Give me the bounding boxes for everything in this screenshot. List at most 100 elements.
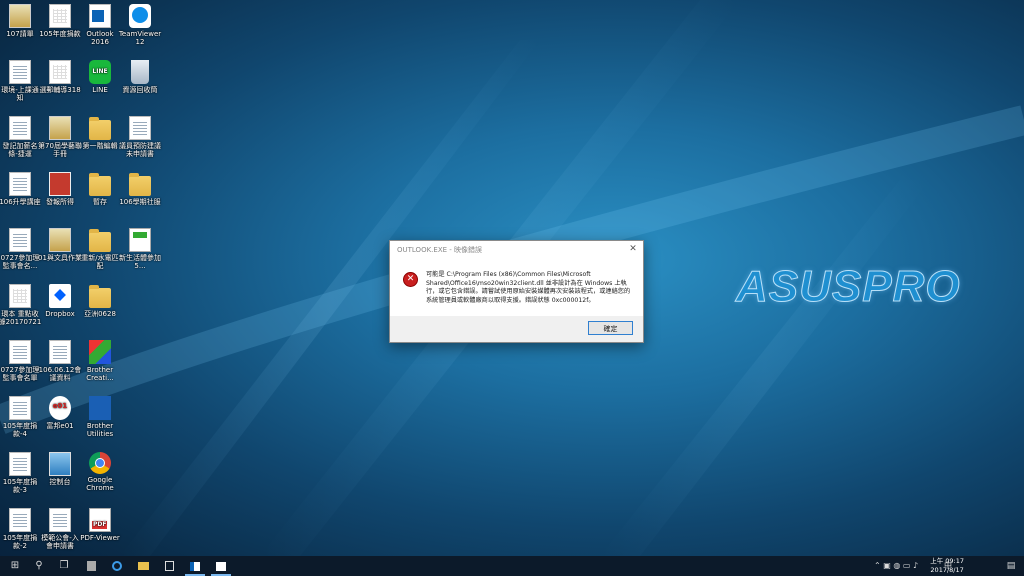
- desktop-icon[interactable]: 發記加薪名條-捷運: [0, 116, 42, 158]
- desktop-icon-label: 重新/水電匹配: [81, 254, 119, 270]
- outlook-icon: [89, 4, 111, 28]
- desktop-icon-label: 106學期社服: [119, 198, 161, 206]
- desktop-icon-label: PDF-Viewer: [80, 534, 120, 542]
- cap-icon: [129, 228, 151, 252]
- folder-icon: [129, 173, 151, 196]
- desktop-icon[interactable]: PDF-Viewer: [78, 508, 122, 542]
- desktop-icon-label: 105年度捐款-2: [2, 534, 38, 550]
- desktop-icon-label: 環本 重點收據20170721: [0, 310, 42, 326]
- doc-icon: [9, 116, 31, 140]
- doc-icon: [9, 60, 31, 84]
- desktop-icon[interactable]: 重新/水電匹配: [78, 228, 122, 270]
- desktop-icon-label: 105年度捐款-3: [2, 478, 38, 494]
- desktop-icon[interactable]: 105年度捐款: [38, 4, 82, 38]
- start-icon[interactable]: ⊞: [8, 559, 22, 573]
- desktop-icon[interactable]: 106學期社服: [118, 172, 162, 206]
- chrome-icon: [89, 452, 111, 474]
- excel-icon: [49, 60, 71, 84]
- desktop-icon[interactable]: Brother Utilities: [78, 396, 122, 438]
- desktop-icon[interactable]: 環本 重點收據20170721: [0, 284, 42, 326]
- line-icon: LINE: [89, 60, 111, 84]
- desktop-icon[interactable]: 資源回收筒: [118, 60, 162, 94]
- desktop-icon-label: Outlook 2016: [86, 30, 114, 46]
- teamviewer-icon: [129, 4, 151, 28]
- desktop-icon-label: 106升學講座: [0, 198, 41, 206]
- desktop-icon[interactable]: 亞洲0628: [78, 284, 122, 318]
- desktop-icon[interactable]: 105年度捐款-4: [0, 396, 42, 438]
- picture-icon: [49, 228, 71, 252]
- desktop-icon-label: 亞洲0628: [84, 310, 116, 318]
- desktop-icon-label: Brother Utilities: [86, 422, 114, 438]
- error-dialog: OUTLOOK.EXE - 映像錯誤 ✕ ✕ 可能是 C:\Program Fi…: [389, 240, 644, 343]
- desktop-icon-label: 第一階編輯: [82, 142, 118, 150]
- doc-icon: [9, 340, 31, 364]
- desktop-icon-label: 105年度捐款: [39, 30, 81, 38]
- doc-icon: [9, 172, 31, 196]
- desktop-icon-label: 暫存: [93, 198, 107, 206]
- doc-icon: [9, 452, 31, 476]
- desktop-icon[interactable]: 模範公會-入會申請書: [38, 508, 82, 550]
- notification-icon[interactable]: ▤: [1004, 559, 1018, 573]
- desktop-icon[interactable]: Outlook 2016: [78, 4, 122, 46]
- desktop-icon-label: 發報所得: [46, 198, 74, 206]
- desktop-icon-label: 環境-上課通知: [1, 86, 39, 102]
- dialog-titlebar[interactable]: OUTLOOK.EXE - 映像錯誤 ✕: [390, 241, 643, 258]
- desktop-icon[interactable]: 新生活體參加5...: [118, 228, 162, 270]
- desktop-icon[interactable]: LINE LINE: [78, 60, 122, 94]
- taskbar-app-explorer-icon[interactable]: [136, 559, 150, 573]
- desktop-icon[interactable]: 105年度捐款-2: [0, 508, 42, 550]
- e01-icon: [49, 396, 71, 420]
- desktop-icon-label: 新生活體參加5...: [119, 254, 161, 270]
- desktop-icon[interactable]: Dropbox: [38, 284, 82, 318]
- desktop-icon[interactable]: 106.06.12會議資料: [38, 340, 82, 382]
- taskbar-app-edge-icon[interactable]: [110, 559, 124, 573]
- folder-icon: [89, 285, 111, 308]
- desktop-icon[interactable]: 0727參加理監事會名...: [0, 228, 42, 270]
- desktop-icon[interactable]: 107請單: [0, 4, 42, 38]
- desktop-icon[interactable]: 105年度捐款-3: [0, 452, 42, 494]
- task-view-icon[interactable]: ❐: [57, 559, 71, 573]
- taskbar-app-calculator-icon[interactable]: [84, 559, 98, 573]
- desktop-icon[interactable]: TeamViewer 12: [118, 4, 162, 46]
- desktop-icon[interactable]: Google Chrome: [78, 452, 122, 492]
- desktop-icon-label: 富邦e01: [46, 422, 74, 430]
- bu-icon: [89, 396, 111, 420]
- desktop-icon[interactable]: Brother Creati...: [78, 340, 122, 382]
- desktop-icon-label: Brother Creati...: [86, 366, 114, 382]
- desktop-icon[interactable]: 控制台: [38, 452, 82, 486]
- desktop-icon-label: 發記加薪名條-捷運: [2, 142, 38, 158]
- desktop-icon[interactable]: 第一階編輯: [78, 116, 122, 150]
- desktop-icon-label: 選郵輔導318: [39, 86, 81, 94]
- desktop-icon-label: LINE: [92, 86, 108, 94]
- desktop-icon[interactable]: 106升學講座: [0, 172, 42, 206]
- desktop-icon[interactable]: 第70屆學藝聯手冊: [38, 116, 82, 158]
- desktop-icon-label: 議員預防建議未申請書: [119, 142, 161, 158]
- error-icon: ✕: [403, 272, 418, 287]
- doc-icon: [129, 116, 151, 140]
- desktop-icon[interactable]: 富邦e01: [38, 396, 82, 430]
- close-icon[interactable]: ✕: [626, 242, 640, 256]
- desktop-icon[interactable]: 環境-上課通知: [0, 60, 42, 102]
- desktop-icon[interactable]: 議員預防建議未申請書: [118, 116, 162, 158]
- clock[interactable]: 上午 09:17 2017/8/17: [930, 557, 964, 575]
- desktop-icon[interactable]: 發報所得: [38, 172, 82, 206]
- desktop-icon[interactable]: 0727參加理監事會名單: [0, 340, 42, 382]
- desktop-icon-label: TeamViewer 12: [118, 30, 162, 46]
- dialog-body: ✕ 可能是 C:\Program Files (x86)\Common File…: [390, 258, 643, 318]
- desktop-icon-label: Dropbox: [45, 310, 75, 318]
- desktop-icon[interactable]: 暫存: [78, 172, 122, 206]
- search-icon[interactable]: ⚲: [32, 559, 46, 573]
- taskbar-app-store-icon[interactable]: [162, 559, 176, 573]
- taskbar-app-dialog-icon[interactable]: [211, 559, 231, 576]
- clock-time: 上午 09:17: [930, 557, 964, 565]
- ok-button[interactable]: 確定: [588, 321, 633, 335]
- desktop-icon[interactable]: 選郵輔導318: [38, 60, 82, 94]
- red-icon: [49, 172, 71, 196]
- desktop-icon[interactable]: 01與文具作業: [38, 228, 82, 262]
- desktop-icon-label: 資源回收筒: [122, 86, 158, 94]
- excel-icon: [49, 4, 71, 28]
- desktop-icon-label: 107請單: [6, 30, 34, 38]
- taskbar-app-outlook-icon[interactable]: [185, 559, 205, 576]
- system-tray-icons[interactable]: ⌃ ▣ ◍ ▭ ♪: [874, 561, 918, 571]
- asuspro-logo: ASUSPRO: [736, 262, 961, 312]
